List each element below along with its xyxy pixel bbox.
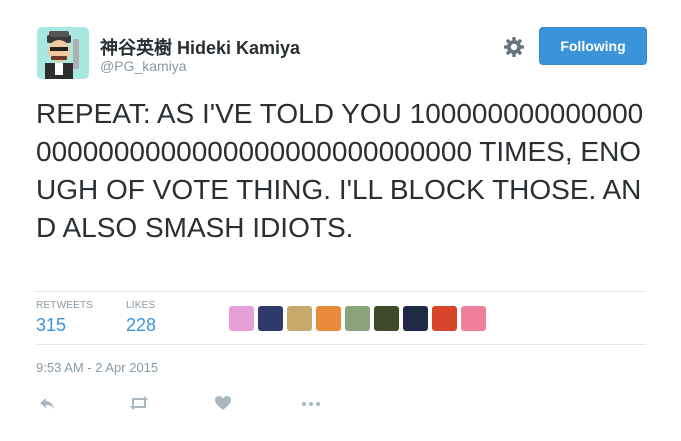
likes-count: 228 bbox=[126, 315, 157, 335]
liker-avatars bbox=[229, 306, 486, 331]
gear-icon[interactable] bbox=[502, 35, 526, 59]
liker-avatar-7[interactable] bbox=[403, 306, 428, 331]
more-icon[interactable] bbox=[300, 393, 320, 413]
tweet-timestamp[interactable]: 9:53 AM - 2 Apr 2015 bbox=[36, 360, 158, 375]
tweet-text: REPEAT: AS I'VE TOLD YOU 100000000000000… bbox=[36, 98, 644, 243]
reply-icon[interactable] bbox=[37, 393, 57, 413]
liker-avatar-9[interactable] bbox=[461, 306, 486, 331]
following-button[interactable]: Following bbox=[539, 27, 647, 65]
liker-avatar-5[interactable] bbox=[345, 306, 370, 331]
liker-avatar-8[interactable] bbox=[432, 306, 457, 331]
retweet-icon[interactable] bbox=[128, 393, 148, 413]
divider-top bbox=[36, 291, 646, 292]
divider-bottom bbox=[36, 344, 646, 345]
user-avatar[interactable] bbox=[37, 27, 89, 79]
retweets-label: RETWEETS bbox=[36, 300, 94, 311]
retweets-count: 315 bbox=[36, 315, 67, 335]
user-handle[interactable]: @PG_kamiya bbox=[100, 58, 187, 74]
liker-avatar-4[interactable] bbox=[316, 306, 341, 331]
likes-label: LIKES bbox=[126, 300, 156, 311]
retweets-stat[interactable]: RETWEETS 315 bbox=[36, 300, 93, 336]
liker-avatar-1[interactable] bbox=[229, 306, 254, 331]
avatar-image bbox=[37, 27, 89, 79]
likes-stat[interactable]: LIKES 228 bbox=[126, 300, 156, 336]
liker-avatar-3[interactable] bbox=[287, 306, 312, 331]
liker-avatar-2[interactable] bbox=[258, 306, 283, 331]
like-icon[interactable] bbox=[213, 393, 233, 413]
liker-avatar-6[interactable] bbox=[374, 306, 399, 331]
user-fullname[interactable]: 神谷英樹 Hideki Kamiya bbox=[100, 34, 300, 60]
